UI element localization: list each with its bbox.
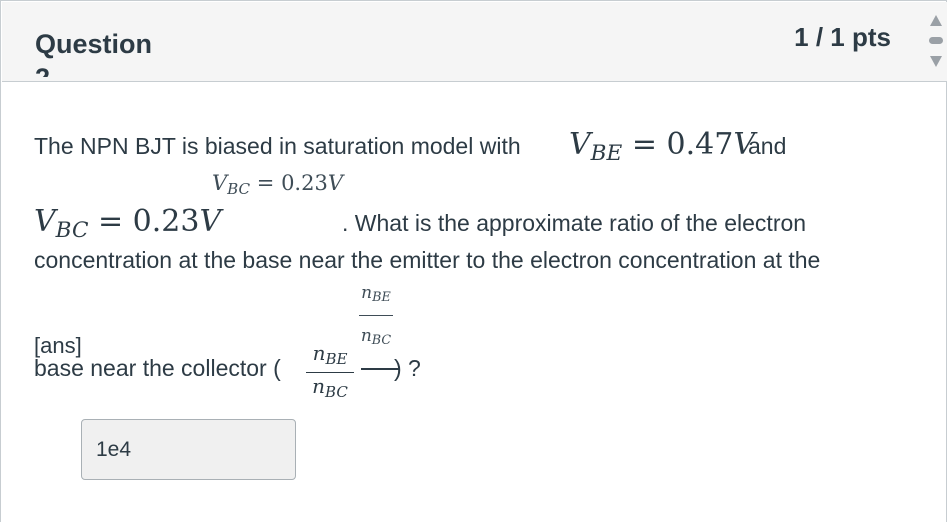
ratio-fraction-small: nBE nBC	[355, 283, 397, 351]
ratio-fraction: nBE nBC	[304, 342, 356, 403]
ratio-bar	[306, 371, 354, 374]
vbc-unit: V	[199, 204, 222, 239]
question-card: Question 2 1 / 1 pts The NPN BJT is bias…	[0, 0, 947, 522]
ratio-numerator: nBE	[312, 341, 348, 368]
vbc-equation: VBC = 0.23V	[34, 204, 221, 243]
ratio-small-numerator: nBE	[361, 283, 391, 306]
vbc-small-eq: = 0.23	[250, 171, 328, 195]
vbc-var: V	[34, 204, 56, 239]
ratio-small-denominator: nBC	[360, 326, 392, 349]
question-close: ) ?	[394, 355, 421, 381]
question-text-line1: The NPN BJT is biased in saturation mode…	[34, 133, 521, 159]
vbc-eq: = 0.23	[88, 204, 200, 239]
vbc-small-unit: V	[327, 171, 344, 195]
scroll-thumb[interactable]	[929, 37, 943, 44]
ratio-small-bar	[359, 315, 393, 317]
ratio-denominator: nBC	[312, 374, 348, 401]
question-text-line4: base near the collector (	[34, 355, 281, 381]
vbe-sub: BE	[590, 141, 623, 167]
header-scrollbar[interactable]	[925, 9, 947, 75]
vbc-sub: BC	[55, 218, 89, 244]
question-title-line2: 2	[35, 61, 205, 77]
question-text-line2: . What is the approximate ratio of the e…	[342, 210, 807, 236]
question-title-line1: Question	[35, 29, 153, 59]
points-label: 1 / 1 pts	[794, 22, 891, 52]
question-title: Question 2	[35, 27, 205, 77]
answer-field[interactable]: 1e4	[81, 419, 296, 480]
vbc-small-var: V	[212, 171, 228, 195]
vbc-small-equation: VBC = 0.23V	[212, 171, 343, 198]
vbe-equation: VBE = 0.47V	[569, 127, 755, 166]
and-text: and	[748, 133, 787, 159]
scroll-up-icon[interactable]	[930, 15, 942, 26]
question-text-line3: concentration at the base near the emitt…	[34, 247, 821, 273]
answer-placeholder-tag: [ans]	[34, 333, 82, 358]
vbe-var: V	[569, 127, 591, 162]
question-header: Question 2 1 / 1 pts	[2, 2, 947, 82]
scroll-down-icon[interactable]	[930, 56, 942, 67]
vbc-small-sub: BC	[227, 180, 251, 199]
vbe-eq: = 0.47	[622, 127, 734, 162]
